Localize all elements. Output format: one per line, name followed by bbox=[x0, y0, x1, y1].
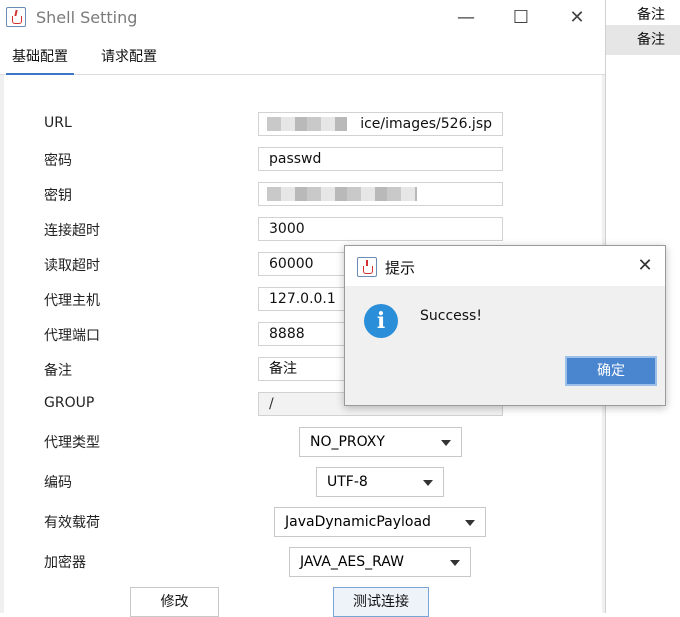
proxy-type-label: 代理类型 bbox=[44, 435, 100, 451]
title-bar[interactable]: Shell Setting — ☐ ✕ bbox=[0, 0, 605, 36]
encoding-label: 编码 bbox=[44, 475, 72, 491]
dialog-close-button[interactable]: ✕ bbox=[631, 252, 659, 280]
message-dialog: 提示 ✕ i Success! 确定 bbox=[344, 245, 666, 406]
redacted-region bbox=[267, 117, 347, 131]
dialog-title-bar[interactable]: 提示 ✕ bbox=[345, 246, 665, 286]
password-label: 密码 bbox=[44, 153, 72, 169]
url-label: URL bbox=[44, 115, 72, 131]
tab-request-config[interactable]: 请求配置 bbox=[101, 46, 157, 66]
chevron-down-icon bbox=[441, 440, 451, 446]
chevron-down-icon bbox=[423, 480, 433, 486]
encryptor-select[interactable]: JAVA_AES_RAW bbox=[289, 547, 471, 577]
java-app-icon bbox=[6, 7, 26, 27]
remark-label: 备注 bbox=[44, 363, 72, 379]
java-app-icon bbox=[357, 257, 377, 277]
window-title: Shell Setting bbox=[36, 8, 138, 27]
payload-select[interactable]: JavaDynamicPayload bbox=[274, 507, 486, 537]
payload-value: JavaDynamicPayload bbox=[285, 514, 431, 530]
proxy-port-label: 代理端口 bbox=[44, 328, 100, 344]
chevron-down-icon bbox=[465, 520, 475, 526]
url-field[interactable]: ice/images/526.jsp bbox=[258, 112, 503, 136]
encoding-select[interactable]: UTF-8 bbox=[316, 467, 444, 497]
key-field[interactable] bbox=[258, 182, 503, 206]
encryptor-value: JAVA_AES_RAW bbox=[300, 554, 404, 570]
group-label: GROUP bbox=[44, 395, 95, 411]
payload-label: 有效载荷 bbox=[44, 515, 100, 531]
connect-timeout-label: 连接超时 bbox=[44, 223, 100, 239]
proxy-type-value: NO_PROXY bbox=[310, 434, 385, 450]
maximize-button[interactable]: ☐ bbox=[501, 2, 541, 34]
dialog-message: Success! bbox=[420, 308, 482, 324]
read-timeout-label: 读取超时 bbox=[44, 258, 100, 274]
info-icon: i bbox=[364, 304, 398, 338]
minimize-button[interactable]: — bbox=[446, 2, 486, 34]
connect-timeout-field[interactable]: 3000 bbox=[258, 217, 503, 241]
proxy-host-label: 代理主机 bbox=[44, 293, 100, 309]
tab-bar: 基础配置 请求配置 bbox=[0, 36, 605, 76]
dialog-title: 提示 bbox=[385, 259, 416, 277]
password-field[interactable]: passwd bbox=[258, 147, 503, 171]
key-label: 密钥 bbox=[44, 188, 72, 204]
chevron-down-icon bbox=[450, 560, 460, 566]
redacted-region bbox=[267, 187, 417, 201]
encoding-value: UTF-8 bbox=[327, 474, 368, 490]
proxy-type-select[interactable]: NO_PROXY bbox=[299, 427, 462, 457]
background-list-item-selected[interactable]: 备注 bbox=[605, 25, 680, 55]
close-button[interactable]: ✕ bbox=[557, 2, 597, 34]
tab-basic-config[interactable]: 基础配置 bbox=[6, 46, 74, 76]
encryptor-label: 加密器 bbox=[44, 555, 86, 571]
ok-button[interactable]: 确定 bbox=[565, 356, 657, 386]
